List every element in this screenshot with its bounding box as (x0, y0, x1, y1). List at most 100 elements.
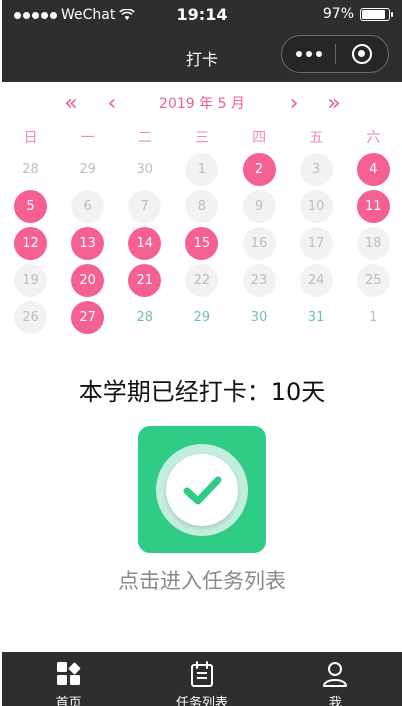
tab-label-me: 我 (328, 696, 342, 706)
calendar-cell: 2 (231, 151, 288, 188)
more-menu-button[interactable] (282, 36, 335, 72)
calendar-day[interactable]: 29 (71, 153, 104, 186)
weekday-header: 日 一 二 三 四 五 六 (2, 126, 402, 150)
top-bar: WeChat 19:14 97% 打卡 (2, 0, 402, 82)
battery-percent: 97% (322, 6, 354, 22)
calendar-day[interactable]: 7 (128, 190, 162, 223)
tab-label-task-list: 任务列表 (175, 696, 228, 706)
calendar-cell: 18 (345, 225, 402, 262)
tab-home[interactable]: 首页 (2, 652, 135, 706)
calendar-day[interactable]: 6 (71, 190, 105, 223)
calendar-grid: 28 29 30 1 2 3 4 5 6 7 8 9 10 11 12 13 14 15 16 17 18 19 20 21 2… (2, 151, 402, 336)
next-year-button[interactable]: » (319, 90, 349, 118)
more-dots-icon (295, 51, 302, 57)
calendar-day[interactable]: 29 (185, 301, 218, 334)
calendar-header: « ‹ 2019 年 5 月 › » (2, 90, 402, 118)
calendar-day[interactable]: 23 (242, 264, 276, 297)
calendar-cell: 5 (2, 188, 59, 225)
status-bar: WeChat 19:14 97% (2, 0, 402, 30)
weekday-label: 五 (309, 130, 324, 146)
calendar-cell: 26 (2, 299, 59, 336)
calendar-day-checked[interactable]: 11 (356, 190, 390, 223)
tab-me[interactable]: 我 (269, 652, 402, 706)
calendar-cell: 9 (231, 188, 288, 225)
calendar-day-checked[interactable]: 4 (356, 153, 390, 186)
close-miniprogram-button[interactable] (336, 36, 388, 72)
calendar-day[interactable]: 3 (299, 153, 333, 186)
weekday-label: 一 (80, 130, 95, 146)
current-month: 2019 年 5 月 (159, 96, 245, 112)
tab-label-home: 首页 (55, 696, 82, 706)
calendar-cell: 28 (116, 299, 173, 336)
calendar-cell: 10 (288, 188, 345, 225)
calendar-day-checked[interactable]: 15 (185, 227, 219, 260)
task-list-tile[interactable] (138, 426, 266, 553)
calendar-day[interactable]: 30 (243, 301, 276, 334)
calendar-cell: 13 (59, 225, 116, 262)
prev-year-button[interactable]: « (56, 90, 86, 118)
calendar-cell: 17 (288, 225, 345, 262)
app-screen: WeChat 19:14 97% 打卡 « ‹ 2019 年 5 月 › » 日… (2, 0, 402, 706)
next-month-button[interactable]: › (279, 90, 309, 118)
calendar-cell: 31 (288, 299, 345, 336)
calendar-day[interactable]: 22 (185, 264, 219, 297)
calendar-day[interactable]: 30 (128, 153, 161, 186)
tab-bar: 首页 任务列表 我 (2, 652, 402, 706)
calendar-list-icon (190, 661, 213, 687)
calendar-day[interactable]: 28 (128, 301, 161, 334)
calendar-day[interactable]: 26 (14, 301, 48, 334)
calendar-day-checked[interactable]: 13 (71, 227, 105, 260)
calendar-cell: 27 (59, 299, 116, 336)
calendar-day-checked[interactable]: 20 (71, 264, 105, 297)
calendar-cell: 21 (116, 262, 173, 299)
calendar-cell: 7 (116, 188, 173, 225)
calendar-day-checked[interactable]: 27 (71, 301, 105, 334)
calendar-cell: 16 (231, 225, 288, 262)
calendar-day[interactable]: 9 (242, 190, 276, 223)
calendar-cell: 28 (2, 151, 59, 188)
calendar-day[interactable]: 28 (14, 153, 47, 186)
calendar-day[interactable]: 25 (356, 264, 390, 297)
calendar-cell: 15 (173, 225, 230, 262)
home-grid-icon (56, 662, 80, 685)
calendar-day[interactable]: 17 (299, 227, 333, 260)
calendar-cell: 12 (2, 225, 59, 262)
calendar-cell: 22 (173, 262, 230, 299)
calendar-day[interactable]: 10 (299, 190, 333, 223)
calendar-day[interactable]: 19 (14, 264, 48, 297)
calendar-cell: 3 (288, 151, 345, 188)
target-circle-icon (351, 44, 372, 64)
calendar-day[interactable]: 1 (185, 153, 219, 186)
calendar-day-checked[interactable]: 21 (128, 264, 162, 297)
prev-month-button[interactable]: ‹ (97, 90, 127, 118)
weekday-label: 四 (252, 130, 267, 146)
calendar-cell: 23 (231, 262, 288, 299)
enter-task-list-link[interactable]: 点击进入任务列表 (2, 565, 402, 595)
calendar-cell: 8 (173, 188, 230, 225)
calendar-cell: 29 (59, 151, 116, 188)
check-icon (183, 476, 222, 505)
tab-task-list[interactable]: 任务列表 (135, 652, 268, 706)
calendar-day[interactable]: 18 (356, 227, 390, 260)
calendar-cell: 30 (116, 151, 173, 188)
calendar-day[interactable]: 1 (357, 301, 390, 334)
calendar-day-checked[interactable]: 5 (14, 190, 48, 223)
calendar-cell: 1 (345, 299, 402, 336)
user-icon (323, 662, 348, 687)
weekday-label: 三 (194, 130, 209, 146)
calendar-day-checked[interactable]: 14 (128, 227, 162, 260)
calendar-cell: 25 (345, 262, 402, 299)
calendar-day[interactable]: 8 (185, 190, 219, 223)
check-badge (166, 454, 238, 526)
calendar-cell: 24 (288, 262, 345, 299)
calendar-cell: 20 (59, 262, 116, 299)
calendar-day-checked[interactable]: 2 (242, 153, 276, 186)
calendar-day[interactable]: 16 (242, 227, 276, 260)
weekday-label: 六 (366, 130, 381, 146)
calendar-day[interactable]: 24 (299, 264, 333, 297)
calendar-cell: 19 (2, 262, 59, 299)
battery-area: 97% (322, 6, 393, 22)
calendar-day[interactable]: 31 (300, 301, 333, 334)
calendar-cell: 1 (173, 151, 230, 188)
calendar-day-checked[interactable]: 12 (14, 227, 48, 260)
